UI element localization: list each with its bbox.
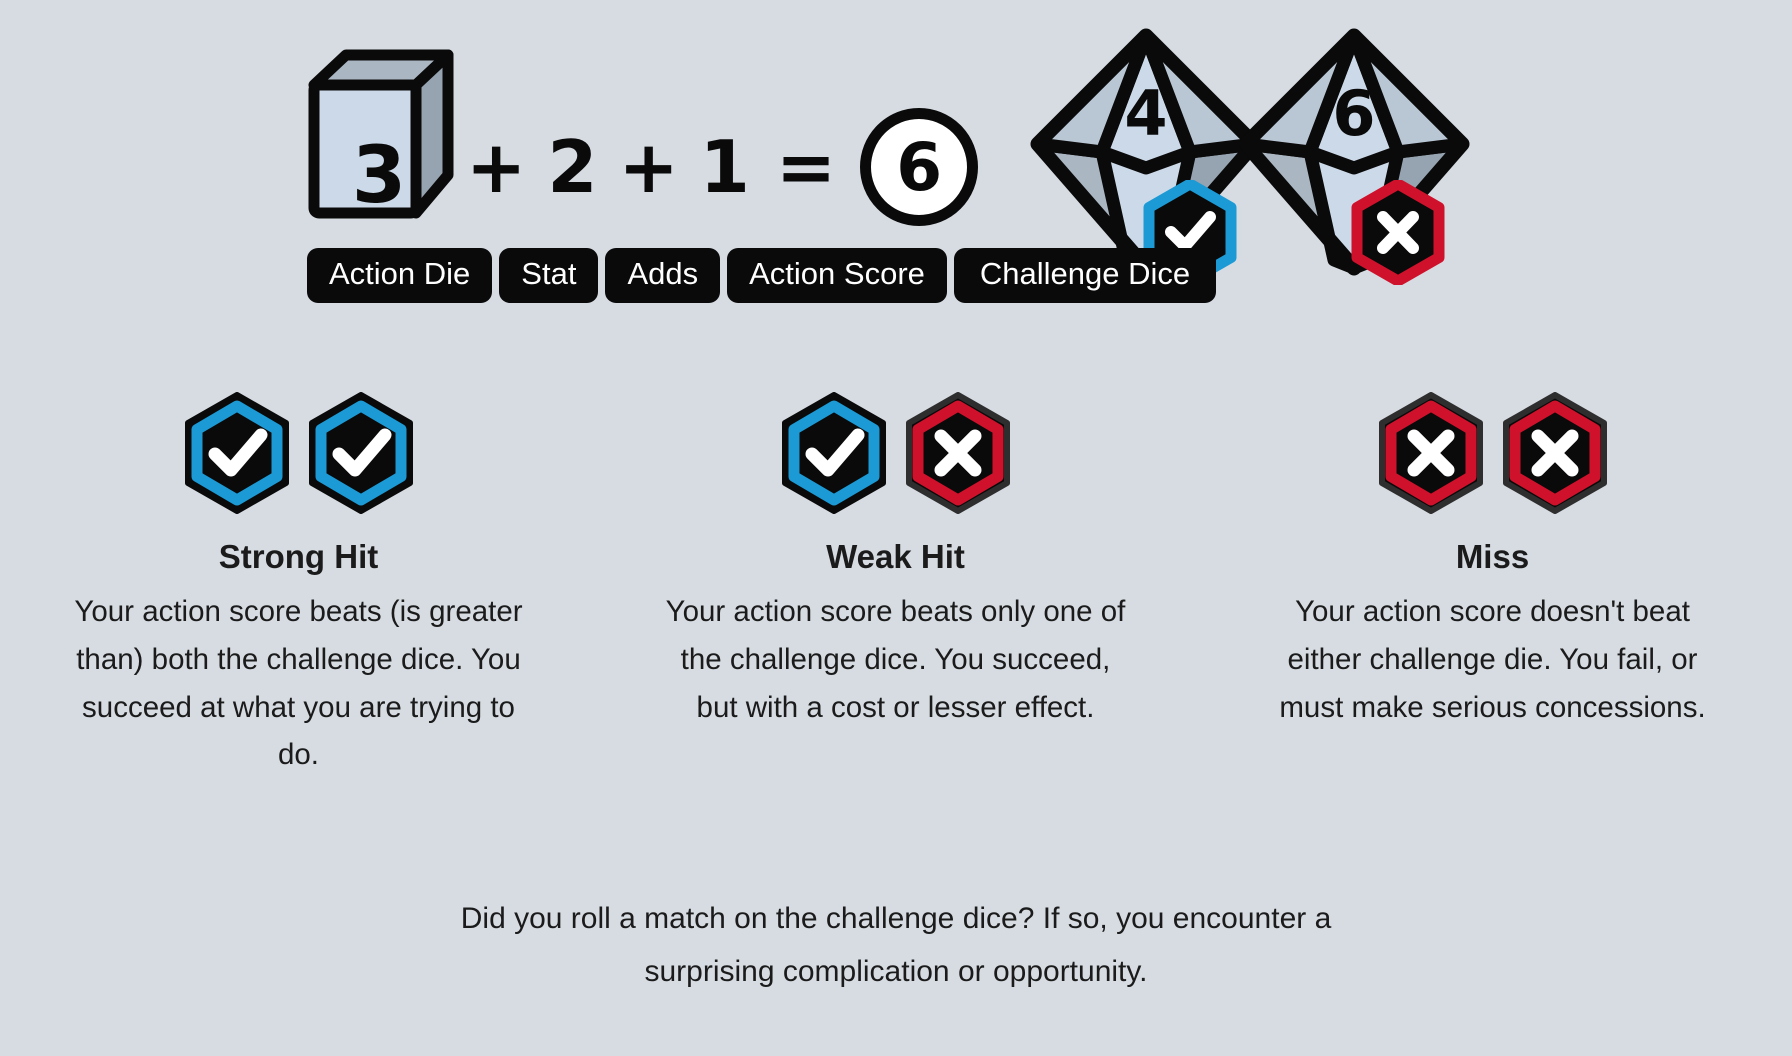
challenge-dice-group: 4 6 bbox=[1030, 28, 1470, 285]
stat-value: 2 bbox=[547, 125, 598, 209]
x-hexagon-icon bbox=[1502, 392, 1607, 514]
miss-hexes bbox=[1376, 392, 1610, 514]
match-note-line-2: surprising complication or opportunity. bbox=[644, 955, 1148, 989]
weak-hit-description: Your action score beats only one of the … bbox=[665, 595, 1126, 724]
action-die-cube: 3 bbox=[300, 45, 455, 245]
adds-value: 1 bbox=[699, 125, 750, 209]
label-stat: Stat bbox=[499, 248, 599, 303]
match-note-line-1: Did you roll a match on the challenge di… bbox=[460, 902, 1332, 935]
check-hexagon-icon bbox=[184, 392, 289, 514]
weak-hit-hexes bbox=[779, 392, 1013, 514]
challenge-die-2-badge bbox=[1350, 180, 1446, 285]
label-adds: Adds bbox=[605, 248, 721, 303]
challenge-die-2: 6 bbox=[1238, 28, 1470, 285]
weak-hit-title: Weak Hit bbox=[826, 538, 965, 575]
challenge-die-1: 4 bbox=[1030, 28, 1262, 285]
check-hexagon-icon bbox=[781, 392, 886, 514]
strong-hit-title: Strong Hit bbox=[218, 538, 379, 575]
label-action-die: Action Die bbox=[307, 248, 493, 303]
formula-label-row: Action Die Stat Adds Action Score Challe… bbox=[307, 248, 1217, 303]
label-action-score: Action Score bbox=[727, 248, 947, 303]
x-hexagon-icon bbox=[1351, 180, 1445, 285]
match-note: Did you roll a match on the challenge di… bbox=[0, 892, 1792, 999]
miss-description: Your action score doesn't beat either ch… bbox=[1279, 595, 1706, 724]
x-hexagon-icon bbox=[905, 392, 1010, 514]
plus-operator-2: + bbox=[618, 125, 679, 209]
formula-row: 3 + 2 + 1 = 6 bbox=[300, 30, 979, 260]
miss-title: Miss bbox=[1455, 538, 1530, 575]
label-challenge-dice: Challenge Dice bbox=[953, 248, 1217, 303]
formula-section: 3 + 2 + 1 = 6 4 6 Action Die Stat Adds A… bbox=[0, 0, 1792, 340]
action-die-value: 3 bbox=[351, 131, 406, 221]
plus-operator-1: + bbox=[466, 125, 527, 209]
equals-operator: = bbox=[775, 125, 837, 209]
outcome-miss: Miss Your action score doesn't beat eith… bbox=[1194, 392, 1791, 779]
x-hexagon-icon bbox=[1378, 392, 1483, 514]
check-hexagon-icon bbox=[308, 392, 413, 514]
outcome-weak-hit: Weak Hit Your action score beats only on… bbox=[597, 392, 1194, 779]
outcomes-section: Strong Hit Your action score beats (is g… bbox=[0, 392, 1792, 779]
action-score-value: 6 bbox=[860, 108, 979, 226]
strong-hit-description: Your action score beats (is greater than… bbox=[74, 595, 523, 772]
outcome-strong-hit: Strong Hit Your action score beats (is g… bbox=[0, 392, 597, 779]
strong-hit-hexes bbox=[182, 392, 416, 514]
